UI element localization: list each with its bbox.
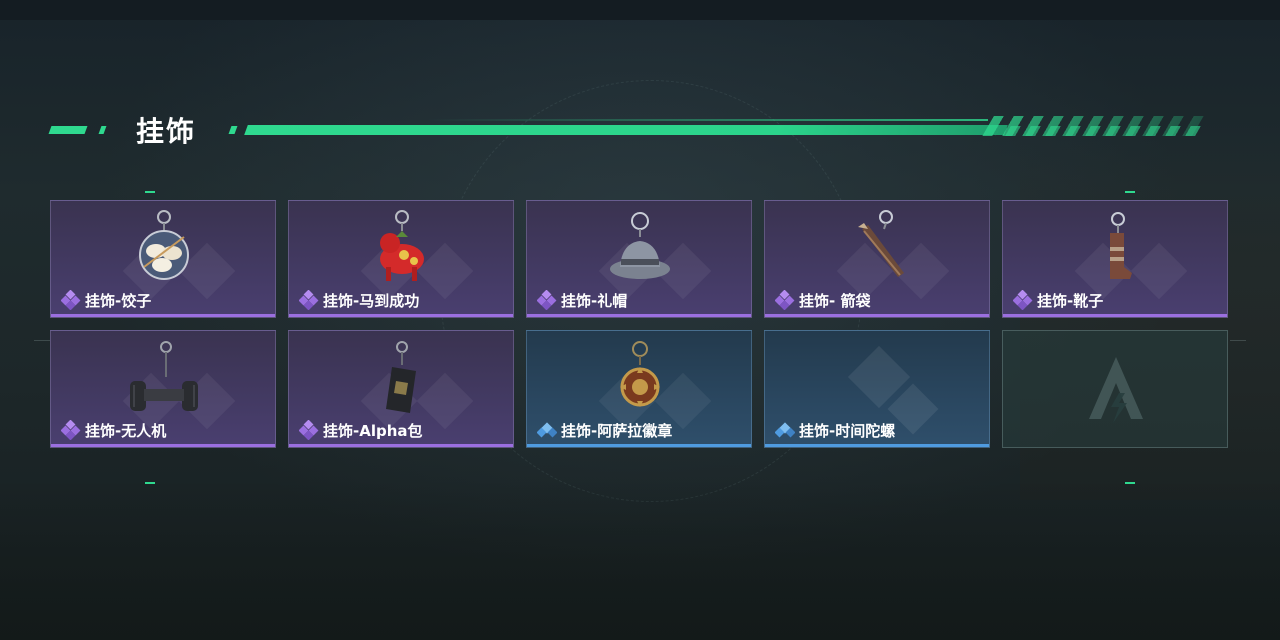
- section-title: 挂饰: [136, 115, 197, 148]
- card-name: 挂饰-时间陀螺: [799, 421, 896, 440]
- purple-rarity-gem-icon: [775, 290, 795, 310]
- header-accent-small: [98, 126, 107, 134]
- purple-rarity-gem-icon: [299, 420, 319, 440]
- rarity-bar: [51, 444, 275, 447]
- card-name: 挂饰-饺子: [85, 291, 152, 310]
- card-label: 挂饰-饺子: [61, 290, 152, 310]
- asala-badge-charm-icon: [620, 341, 660, 407]
- purple-rarity-gem-icon: [61, 290, 81, 310]
- purple-rarity-gem-icon: [299, 290, 319, 310]
- card-name: 挂饰-阿萨拉徽章: [561, 421, 673, 440]
- blue-rarity-gem-icon: [537, 422, 557, 438]
- frame-tick-top-left: [145, 191, 155, 193]
- alpha-pouch-charm-icon: [386, 341, 416, 413]
- rarity-bar: [289, 444, 513, 447]
- header-progress-bar: [244, 125, 1008, 135]
- card-label: 挂饰-靴子: [1013, 290, 1104, 310]
- dumplings-charm-icon: [139, 210, 189, 280]
- card-name: 挂饰-靴子: [1037, 291, 1104, 310]
- background-ground: [0, 480, 1280, 640]
- card-name: 挂饰- 箭袋: [799, 291, 871, 310]
- charm-card[interactable]: 挂饰-礼帽: [526, 200, 752, 318]
- header-accent-left: [48, 126, 88, 134]
- frame-side-line-left: [34, 340, 50, 341]
- frame-tick-bottom-left: [145, 482, 155, 484]
- header-accent-mid: [228, 126, 238, 134]
- card-label: 挂饰-时间陀螺: [775, 421, 896, 440]
- top-band: [0, 0, 1280, 20]
- charm-card[interactable]: 挂饰-无人机: [50, 330, 276, 448]
- rarity-bar: [765, 444, 989, 447]
- header-thin-line: [428, 119, 988, 121]
- empty-slot-logo-icon: [1089, 357, 1143, 423]
- charm-card[interactable]: 挂饰-饺子: [50, 200, 276, 318]
- card-label: 挂饰-Alpha包: [299, 420, 423, 440]
- header-checker-pattern-lower: [995, 126, 1201, 136]
- frame-tick-top-right: [1125, 191, 1135, 193]
- quiver-charm-icon: [858, 210, 904, 277]
- charm-card[interactable]: 挂饰-靴子: [1002, 200, 1228, 318]
- fedora-hat-charm-icon: [610, 212, 670, 279]
- card-name: 挂饰-无人机: [85, 421, 167, 440]
- rarity-bar: [51, 314, 275, 317]
- card-label: 挂饰-礼帽: [537, 290, 628, 310]
- purple-rarity-gem-icon: [61, 420, 81, 440]
- rarity-bar: [527, 444, 751, 447]
- card-name: 挂饰-Alpha包: [323, 421, 423, 440]
- frame-tick-bottom-right: [1125, 482, 1135, 484]
- rarity-bar: [765, 314, 989, 317]
- card-name: 挂饰-礼帽: [561, 291, 628, 310]
- blue-rarity-gem-icon: [775, 422, 795, 438]
- drone-charm-icon: [130, 341, 198, 411]
- purple-rarity-gem-icon: [1013, 290, 1033, 310]
- card-label: 挂饰-马到成功: [299, 290, 420, 310]
- empty-charm-slot[interactable]: [1002, 330, 1228, 448]
- red-horse-charm-icon: [380, 210, 424, 281]
- charm-grid: 挂饰-饺子 挂饰-马到成功 挂饰-礼帽 挂饰- 箭袋 挂饰-靴子 挂饰-无人机 …: [50, 200, 1230, 450]
- rarity-bar: [527, 314, 751, 317]
- card-name: 挂饰-马到成功: [323, 291, 420, 310]
- charm-card[interactable]: 挂饰-时间陀螺: [764, 330, 990, 448]
- card-label: 挂饰-阿萨拉徽章: [537, 421, 673, 440]
- charm-card[interactable]: 挂饰-阿萨拉徽章: [526, 330, 752, 448]
- card-label: 挂饰- 箭袋: [775, 290, 871, 310]
- purple-rarity-gem-icon: [537, 290, 557, 310]
- section-header: 挂饰: [48, 108, 1208, 148]
- card-label: 挂饰-无人机: [61, 420, 167, 440]
- frame-side-line-right: [1230, 340, 1246, 341]
- charm-collection-screen: 挂饰 挂饰-饺子 挂饰-马到成功 挂饰-礼帽 挂饰- 箭袋 挂饰-靴子 挂饰-无…: [0, 0, 1280, 640]
- charm-card[interactable]: 挂饰- 箭袋: [764, 200, 990, 318]
- boot-charm-icon: [1110, 212, 1132, 279]
- charm-card[interactable]: 挂饰-Alpha包: [288, 330, 514, 448]
- rarity-bar: [1003, 314, 1227, 317]
- charm-card[interactable]: 挂饰-马到成功: [288, 200, 514, 318]
- rarity-bar: [289, 314, 513, 317]
